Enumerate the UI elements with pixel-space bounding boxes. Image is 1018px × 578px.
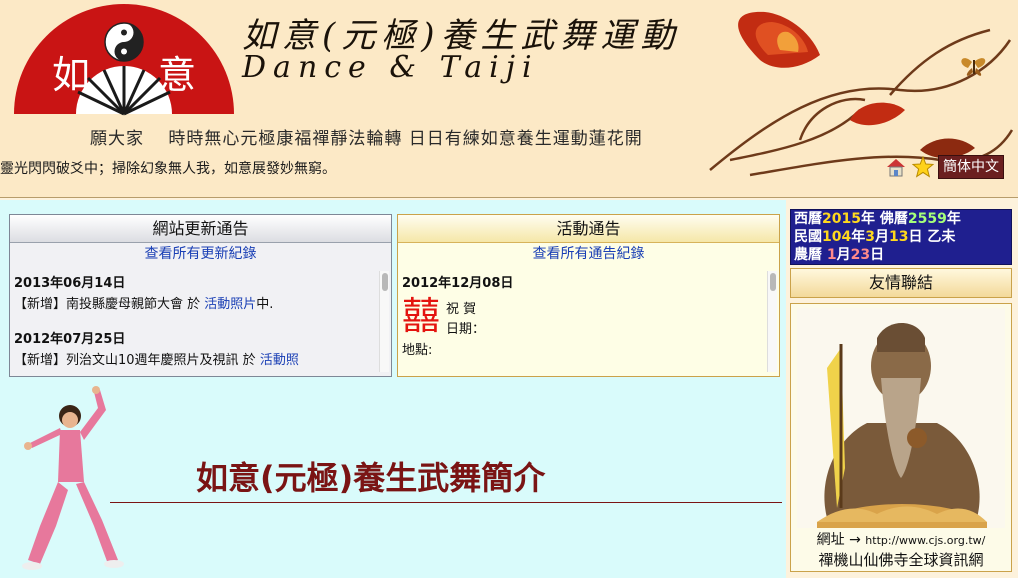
main-content: 網站更新通告 查看所有更新紀錄 2013年06月14日 【新增】南投縣慶母親節大…	[0, 200, 786, 578]
butterfly-icon	[961, 58, 986, 76]
friend-site-name[interactable]: 禪機山仙佛寺全球資訊網	[791, 549, 1011, 570]
events-scrollbar[interactable]	[767, 271, 777, 372]
events-panel: 活動通告 查看所有通告紀錄 2012年12月08日 囍 祝 賀 日期： 地點:	[397, 214, 780, 377]
activity-photos-link[interactable]: 活動照片	[204, 297, 256, 312]
friend-link-card[interactable]: 網址 → http://www.cjs.org.tw/ 禪機山仙佛寺全球資訊網	[790, 303, 1012, 572]
site-updates-title: 網站更新通告	[10, 215, 391, 243]
fan-char-right: 意	[158, 53, 196, 97]
activity-photos-link[interactable]: 活動照	[260, 353, 299, 368]
update-date: 2013年06月14日	[14, 276, 126, 291]
events-list: 2012年12月08日 囍 祝 賀 日期： 地點:	[398, 267, 765, 376]
friend-links-title: 友情聯結	[790, 268, 1012, 298]
home-icon[interactable]	[884, 155, 908, 179]
friend-site-url-line: 網址 → http://www.cjs.org.tw/	[816, 532, 986, 548]
calendar-line-roc: 民國104年3月13日 乙未	[794, 229, 956, 245]
scrollbar-thumb[interactable]	[382, 273, 388, 291]
updates-list: 2013年06月14日 【新增】南投縣慶母親節大會 於 活動照片中. 2012年…	[10, 267, 377, 376]
update-date: 2012年07月25日	[14, 332, 126, 347]
event-date: 2012年12月08日	[402, 276, 514, 291]
simplified-chinese-button[interactable]: 簡体中文	[938, 155, 1004, 179]
event-place-label: 地點:	[402, 343, 433, 358]
site-motto: 願大家 時時無心元極康福禪靜法輪轉 日日有練如意養生運動蓮花開	[90, 129, 643, 149]
congrats-label: 祝 賀	[446, 302, 477, 317]
ruyi-fan-logo: 如 意	[14, 4, 234, 116]
yin-yang-icon	[104, 22, 144, 62]
events-title: 活動通告	[398, 215, 779, 243]
calendar-widget: 西曆2015年 佛曆2559年 民國104年3月13日 乙未 農曆 1月23日	[790, 209, 1012, 265]
intro-divider	[110, 502, 782, 503]
view-all-events-link[interactable]: 查看所有通告紀錄	[398, 243, 779, 265]
double-happiness-icon: 囍	[402, 294, 441, 338]
fan-char-left: 如	[52, 53, 90, 97]
header-toolbar: 簡体中文	[884, 154, 1004, 180]
update-entry: 【新增】南投縣慶母親節大會 於 活動照片中.	[14, 297, 274, 312]
update-entry: 【新增】列治文山10週年慶照片及視訊 於 活動照	[14, 353, 299, 368]
intro-heading: 如意(元極)養生武舞簡介	[196, 459, 546, 497]
lotus-icon	[738, 11, 820, 68]
event-date-label: 日期：	[446, 322, 486, 337]
star-icon[interactable]	[911, 155, 935, 179]
site-header: 如 意 如意(元極)養生武舞運動 Dance & Taiji 願大家 時時無心元…	[0, 0, 1018, 198]
friend-site-url[interactable]: http://www.cjs.org.tw/	[865, 534, 985, 547]
site-subtitle: Dance & Taiji	[242, 50, 539, 85]
calendar-line-western: 西曆2015年 佛曆2559年	[794, 211, 961, 227]
taiji-dancer-image	[22, 386, 124, 570]
sage-statue-image[interactable]	[797, 308, 1005, 528]
right-sidebar: 西曆2015年 佛曆2559年 民國104年3月13日 乙未 農曆 1月23日 …	[786, 200, 1018, 578]
scrollbar-thumb[interactable]	[770, 273, 776, 291]
calendar-line-lunar: 農曆 1月23日	[794, 247, 885, 263]
site-updates-panel: 網站更新通告 查看所有更新紀錄 2013年06月14日 【新增】南投縣慶母親節大…	[9, 214, 392, 377]
updates-scrollbar[interactable]	[379, 271, 389, 372]
view-all-updates-link[interactable]: 查看所有更新紀錄	[10, 243, 391, 265]
